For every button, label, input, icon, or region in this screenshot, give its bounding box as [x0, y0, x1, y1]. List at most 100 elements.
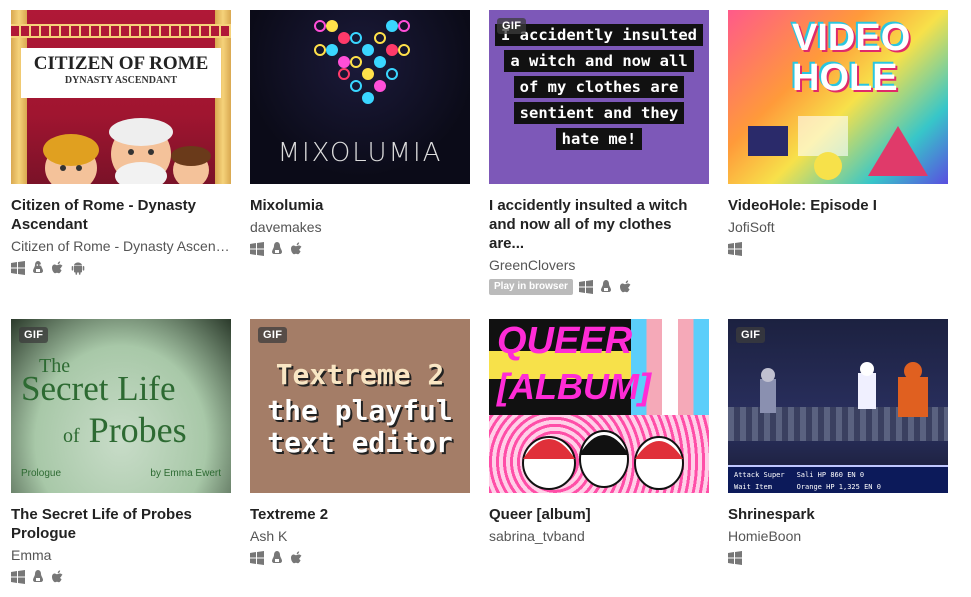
- game-card: QUEER [ALBUM] Queer [album] sabrina_tvba…: [489, 319, 709, 545]
- game-card: I accidently insulted a witch and now al…: [489, 10, 709, 295]
- game-author[interactable]: sabrina_tvband: [489, 527, 709, 545]
- gif-badge: GIF: [736, 327, 766, 343]
- en-value: 0: [876, 483, 881, 491]
- platform-list: Play in browser: [489, 279, 709, 295]
- thumbnail-banner: CITIZEN OF ROME DYNASTY ASCENDANT: [21, 48, 221, 98]
- game-thumbnail[interactable]: MIXOLUMIA: [250, 10, 470, 184]
- command-label: Super: [763, 471, 785, 479]
- linux-icon: [270, 551, 284, 565]
- windows-icon: [728, 242, 742, 256]
- game-author[interactable]: JofiSoft: [728, 218, 948, 236]
- play-in-browser-badge: Play in browser: [489, 279, 573, 295]
- game-author[interactable]: Citizen of Rome - Dynasty Ascend...: [11, 237, 231, 255]
- game-author[interactable]: Emma: [11, 546, 231, 564]
- gif-badge: GIF: [258, 327, 288, 343]
- hp-label: HP: [826, 483, 835, 491]
- game-thumbnail[interactable]: Attack Super Wait Item Sali HP 860 EN 0 …: [728, 319, 948, 493]
- game-thumbnail[interactable]: VIDEO HOLE: [728, 10, 948, 184]
- platform-list: [728, 241, 948, 257]
- thumbnail-title-line: of Probes: [63, 409, 187, 451]
- linux-icon: [31, 570, 45, 584]
- linux-icon: [270, 242, 284, 256]
- en-label: EN: [864, 483, 873, 491]
- thumbnail-caption: I accidently insulted a witch and now al…: [489, 24, 709, 154]
- thumbnail-title-line: Textreme 2: [275, 358, 445, 391]
- platform-list: [250, 241, 470, 257]
- game-thumbnail[interactable]: The Secret Life of Probes Prologue by Em…: [11, 319, 231, 493]
- game-title[interactable]: Shrinespark: [728, 505, 948, 524]
- game-title[interactable]: Citizen of Rome - Dynasty Ascendant: [11, 196, 231, 234]
- windows-icon: [11, 261, 25, 275]
- command-label: Item: [755, 483, 772, 491]
- thumbnail-title-line: VIDEO: [792, 17, 911, 59]
- thumbnail-title: VIDEO HOLE: [792, 18, 910, 98]
- windows-icon: [578, 280, 593, 294]
- thumbnail-title-line: the playful: [267, 394, 453, 427]
- party-status: Sali HP 860 EN 0 Orange HP 1,325 EN 0: [791, 467, 948, 493]
- platform-list: [250, 550, 470, 566]
- windows-icon: [250, 242, 264, 256]
- thumbnail-title-word: Probes: [88, 410, 187, 450]
- game-card: MIXOLUMIA Mixolumia davemakes: [250, 10, 470, 257]
- caption-line: of my clothes are: [513, 76, 685, 98]
- hp-value: 1,325: [838, 483, 860, 491]
- thumbnail-subtitle: DYNASTY ASCENDANT: [64, 75, 178, 86]
- apple-icon: [619, 280, 633, 294]
- game-card: VIDEO HOLE VideoHole: Episode I JofiSoft: [728, 10, 948, 257]
- command-label: Wait: [734, 483, 751, 491]
- game-title[interactable]: VideoHole: Episode I: [728, 196, 948, 215]
- game-thumbnail[interactable]: QUEER [ALBUM]: [489, 319, 709, 493]
- thumbnail-credit: by Emma Ewert: [150, 468, 221, 479]
- game-title[interactable]: Textreme 2: [250, 505, 470, 524]
- linux-icon: [599, 280, 613, 294]
- platform-list: [728, 550, 948, 566]
- linux-icon: [31, 261, 45, 275]
- thumbnail-title-line: [ALBUM]: [497, 366, 651, 407]
- game-title[interactable]: I accidently insulted a witch and now al…: [489, 196, 709, 253]
- battle-scene: [760, 362, 928, 417]
- thumbnail-title-line: HOLE: [792, 57, 898, 99]
- hp-value: 860: [830, 471, 843, 479]
- en-label: EN: [847, 471, 856, 479]
- game-author[interactable]: Ash K: [250, 527, 470, 545]
- platform-list: [11, 260, 231, 276]
- apple-icon: [51, 570, 65, 584]
- frieze-decoration: [11, 24, 231, 38]
- game-thumbnail[interactable]: CITIZEN OF ROME DYNASTY ASCENDANT: [11, 10, 231, 184]
- gif-badge: GIF: [497, 18, 527, 34]
- characters-illustration: [43, 118, 211, 184]
- game-thumbnail[interactable]: Textreme 2 the playful text editor GIF: [250, 319, 470, 493]
- thumbnail-title: CITIZEN OF ROME: [33, 53, 209, 74]
- thumbnail-title-line: text editor: [267, 426, 453, 459]
- apple-icon: [290, 242, 304, 256]
- game-title[interactable]: The Secret Life of Probes Prologue: [11, 505, 231, 543]
- game-card: CITIZEN OF ROME DYNASTY ASCENDANT Citize…: [11, 10, 231, 276]
- battle-menu: Attack Super Wait Item Sali HP 860 EN 0 …: [728, 465, 948, 493]
- game-title[interactable]: Queer [album]: [489, 505, 709, 524]
- game-author[interactable]: HomieBoon: [728, 527, 948, 545]
- game-card: The Secret Life of Probes Prologue by Em…: [11, 319, 231, 585]
- android-icon: [71, 261, 85, 275]
- heart-pixel-art: [314, 20, 410, 104]
- platform-list: [11, 569, 231, 585]
- battle-commands: Attack Super Wait Item: [728, 467, 791, 493]
- game-author[interactable]: davemakes: [250, 218, 470, 236]
- scene-illustration: [748, 116, 928, 180]
- command-label: Attack: [734, 471, 760, 479]
- apple-icon: [51, 261, 65, 275]
- party-member: Orange: [796, 483, 822, 491]
- caption-line: I accidently insulted: [495, 24, 703, 46]
- en-value: 0: [859, 471, 865, 479]
- game-thumbnail[interactable]: I accidently insulted a witch and now al…: [489, 10, 709, 184]
- gif-badge: GIF: [19, 327, 49, 343]
- windows-icon: [11, 570, 25, 584]
- thumbnail-title-word: of: [63, 425, 80, 447]
- caption-line: hate me!: [555, 128, 643, 150]
- game-title[interactable]: Mixolumia: [250, 196, 470, 215]
- thumbnail-subtitle: Prologue: [21, 468, 62, 479]
- windows-icon: [728, 551, 742, 565]
- caption-line: sentient and they: [513, 102, 685, 124]
- game-author[interactable]: GreenClovers: [489, 256, 709, 274]
- characters-illustration: [522, 430, 684, 490]
- thumbnail-title: MIXOLUMIA: [277, 138, 443, 168]
